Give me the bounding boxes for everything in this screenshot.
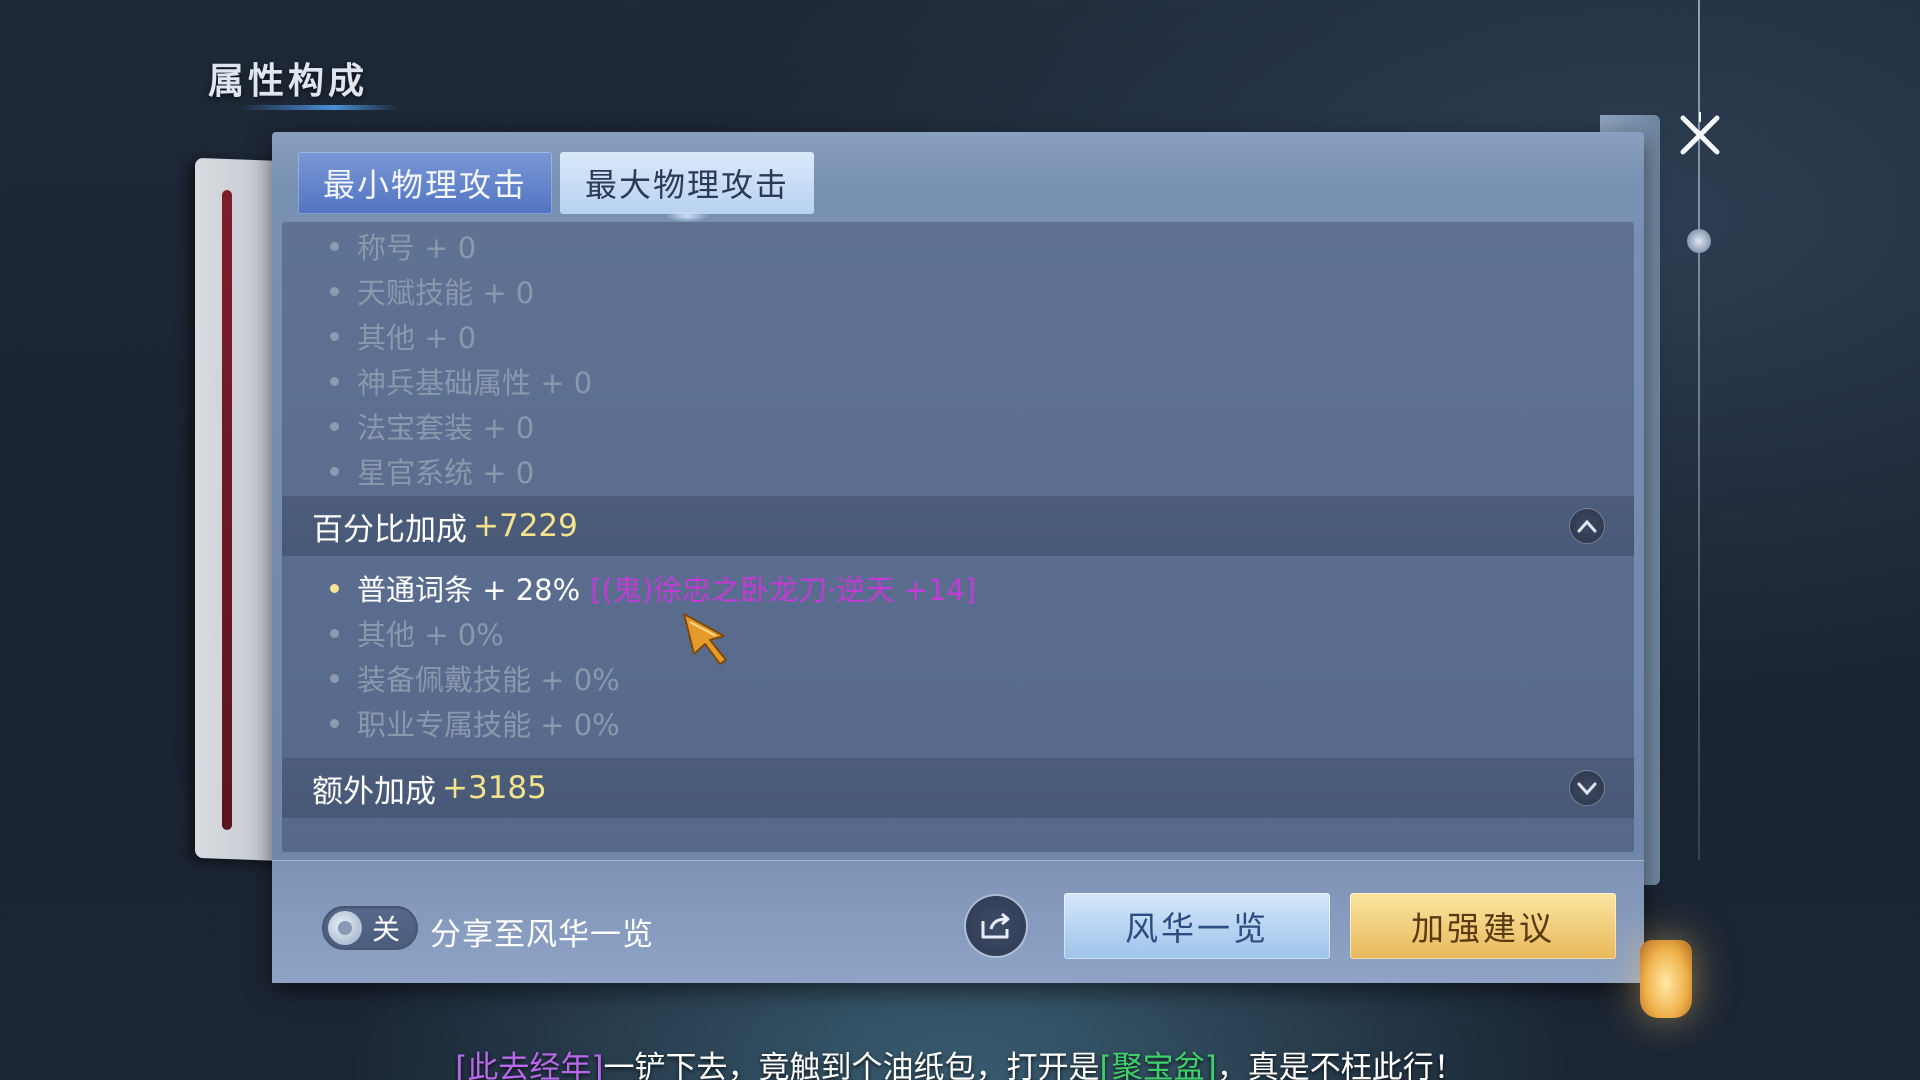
- bullet-icon: [330, 466, 339, 476]
- tab-min-physical-attack[interactable]: 最小物理攻击: [298, 152, 552, 214]
- attribute-panel: 最小物理攻击 最大物理攻击 称号 + 0 天赋技能 + 0 其他 + 0 神兵基…: [272, 132, 1644, 983]
- chevron-down-icon[interactable]: [1570, 771, 1604, 805]
- item-label: 星官系统 + 0: [357, 456, 535, 490]
- panel-footer: 关 分享至风华一览 风华一览 加强建议: [272, 860, 1644, 983]
- caption-item-name: [聚宝盆]: [1099, 1050, 1217, 1080]
- section-value: +3185: [442, 770, 547, 806]
- bullet-icon: [330, 673, 339, 683]
- item-label: 天赋技能 + 0: [357, 276, 535, 310]
- switch-state-label: 关: [372, 913, 401, 946]
- item-source-link[interactable]: [(鬼)徐忠之卧龙刀·逆天 +14]: [590, 567, 976, 609]
- section-value: +7229: [473, 508, 578, 544]
- chevron-up-icon[interactable]: [1570, 509, 1604, 543]
- bullet-icon: [330, 718, 339, 728]
- switch-knob: [328, 911, 362, 945]
- bullet-icon: [330, 376, 339, 386]
- bullet-icon: [330, 331, 339, 341]
- book-spine-decoration: [222, 190, 232, 830]
- list-item: 其他 + 0%: [330, 613, 504, 653]
- bullet-icon: [330, 241, 339, 251]
- list-item: 其他 + 0: [330, 316, 476, 356]
- chain-orb-decoration: [1687, 229, 1711, 253]
- tab-max-physical-attack[interactable]: 最大物理攻击: [560, 152, 814, 214]
- page-title: 属性构成: [208, 52, 399, 110]
- cursor-icon: [680, 610, 740, 670]
- item-label: 称号 + 0: [357, 231, 477, 265]
- share-icon: [981, 912, 1010, 939]
- bullet-icon: [330, 628, 339, 638]
- share-toggle-switch[interactable]: 关: [322, 906, 418, 950]
- overview-button[interactable]: 风华一览: [1064, 893, 1330, 959]
- close-icon: [1680, 112, 1720, 155]
- section-label: 百分比加成: [312, 511, 467, 548]
- list-item: 普通词条 + 28% [(鬼)徐忠之卧龙刀·逆天 +14]: [330, 568, 976, 608]
- close-button[interactable]: [1670, 105, 1730, 165]
- section-label: 额外加成: [312, 773, 436, 810]
- caption-player-name: [此去经年]: [455, 1050, 604, 1080]
- lantern-decoration: [1640, 940, 1692, 1018]
- share-button[interactable]: [966, 896, 1026, 956]
- list-item: 星官系统 + 0: [330, 451, 534, 491]
- list-item: 天赋技能 + 0: [330, 271, 534, 311]
- item-label: 法宝套装 + 0: [357, 411, 535, 445]
- caption-text: 一铲下去，竟触到个油纸包，打开是: [603, 1050, 1100, 1080]
- item-label: 神兵基础属性 + 0: [357, 366, 593, 400]
- item-label: 职业专属技能 + 0%: [357, 708, 620, 742]
- attribute-list: 称号 + 0 天赋技能 + 0 其他 + 0 神兵基础属性 + 0 法宝套装 +…: [282, 222, 1634, 852]
- list-item: 神兵基础属性 + 0: [330, 361, 592, 401]
- extra-bonus-section[interactable]: 额外加成 +3185: [282, 758, 1634, 818]
- caption-text-end: ，真是不枉此行！: [1216, 1050, 1465, 1080]
- bullet-icon: [330, 421, 339, 431]
- list-item: 法宝套装 + 0: [330, 406, 534, 446]
- system-caption: [此去经年]一铲下去，竟触到个油纸包，打开是[聚宝盆]，真是不枉此行！: [0, 1042, 1920, 1080]
- list-item: 职业专属技能 + 0%: [330, 703, 620, 743]
- item-label: 装备佩戴技能 + 0%: [357, 663, 620, 697]
- advice-button[interactable]: 加强建议: [1350, 893, 1616, 959]
- bullet-icon: [330, 286, 339, 296]
- bullet-icon: [330, 583, 339, 593]
- list-item: 称号 + 0: [330, 226, 476, 266]
- list-item: 装备佩戴技能 + 0%: [330, 658, 620, 698]
- item-label: 其他 + 0%: [357, 618, 504, 652]
- percent-bonus-section[interactable]: 百分比加成 +7229: [282, 496, 1634, 556]
- item-label: 其他 + 0: [357, 321, 477, 355]
- share-label: 分享至风华一览: [430, 917, 654, 953]
- item-label: 普通词条 + 28%: [357, 573, 581, 607]
